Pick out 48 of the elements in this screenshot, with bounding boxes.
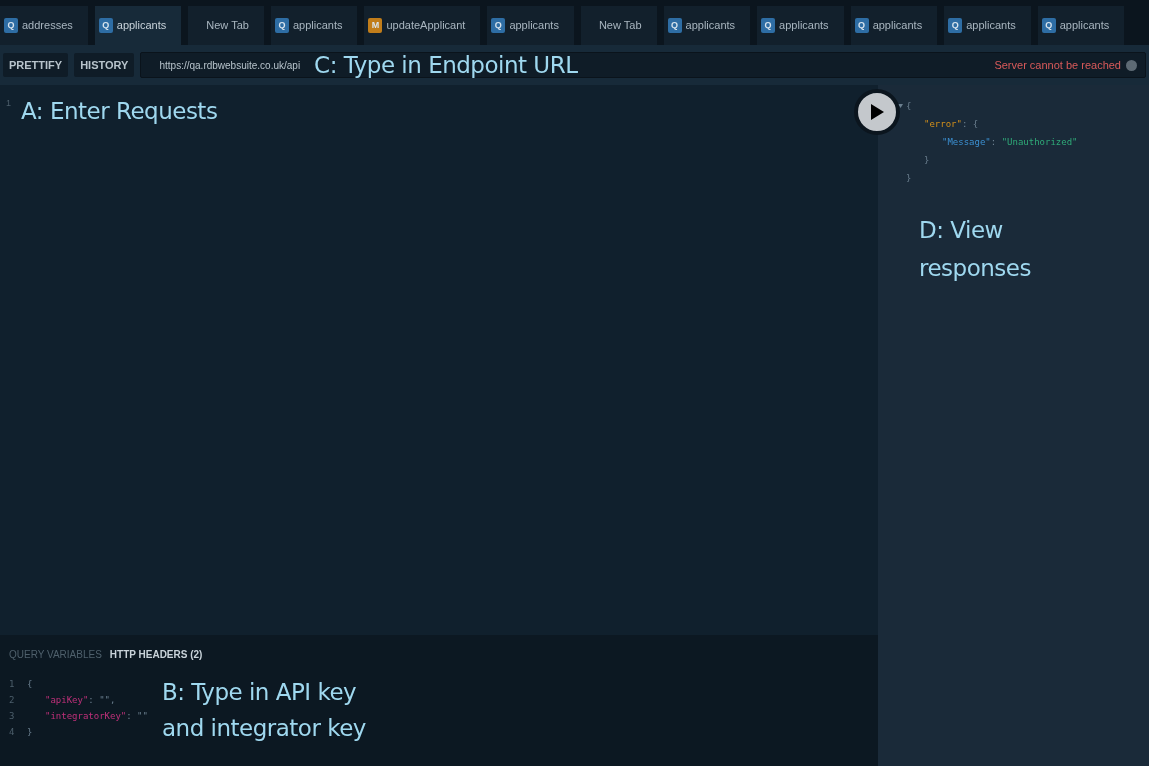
query-badge: Q <box>948 18 963 33</box>
tab[interactable]: Q applicants <box>487 6 574 45</box>
url-field[interactable]: https://qa.rdbwebsuite.co.uk/api C: Type in Endpoint URL Server cannot be reached <box>140 52 1146 78</box>
line-number: 1 <box>6 97 11 110</box>
annotation-text: D: View responses <box>919 216 1032 283</box>
query-badge: Q <box>274 18 289 33</box>
tab[interactable]: New Tab <box>580 6 657 45</box>
tab[interactable]: Q applicants <box>663 6 751 45</box>
tab[interactable]: Q applicants <box>94 6 182 45</box>
code-line: "error": { <box>924 118 979 131</box>
line-number: 1 <box>9 678 16 691</box>
tab[interactable]: Q applicants <box>944 6 1031 45</box>
code-line: { <box>906 100 912 113</box>
query-badge: Q <box>98 18 113 33</box>
tab[interactable]: M updateApplicant <box>364 6 481 45</box>
tab[interactable]: Q applicants <box>757 6 844 45</box>
annotation-text: A: Enter Requests <box>21 97 218 125</box>
tab[interactable]: Q applicants <box>1037 6 1125 45</box>
query-badge: Q <box>1041 18 1056 33</box>
play-icon <box>870 104 884 120</box>
tab[interactable]: Q applicants <box>850 6 938 45</box>
tab[interactable]: New Tab <box>188 6 264 45</box>
toolbar-button[interactable]: HISTORY <box>74 53 135 77</box>
query-badge: Q <box>491 18 506 33</box>
panel-tab[interactable]: HTTP HEADERS (2) <box>109 647 203 662</box>
tab[interactable]: Q applicants <box>270 6 358 45</box>
tab[interactable]: Q addresses <box>0 6 88 45</box>
run-button[interactable] <box>854 89 900 135</box>
line-number: 3 <box>9 710 16 723</box>
code-line: "Message": "Unauthorized" <box>942 136 1078 149</box>
line-number: 2 <box>9 694 16 707</box>
query-badge: M <box>368 18 383 33</box>
query-badge: Q <box>667 18 682 33</box>
line-number: 4 <box>9 726 16 739</box>
fold-caret-icon[interactable] <box>898 104 903 108</box>
query-badge: Q <box>854 18 869 33</box>
code-line: } <box>924 154 930 167</box>
query-badge: Q <box>4 18 18 33</box>
code-line: } <box>906 172 912 185</box>
code-line: "apiKey": "", <box>44 694 116 707</box>
code-line: { <box>27 678 33 691</box>
code-line: } <box>27 726 33 739</box>
annotation-text: B: Type in API key and integrator key <box>161 678 367 743</box>
toolbar-button[interactable]: PRETTIFY <box>3 53 69 77</box>
code-line: "integratorKey": "" <box>44 710 148 723</box>
annotation-text: C: Type in Endpoint URL <box>314 50 578 80</box>
status-text: Server cannot be reached <box>994 57 1121 73</box>
query-badge: Q <box>761 18 776 33</box>
